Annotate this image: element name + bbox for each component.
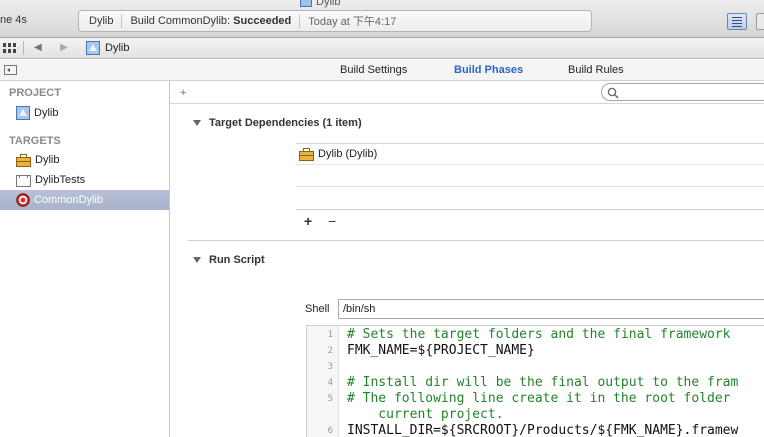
target-icon [16, 193, 30, 207]
jump-bar-divider [23, 41, 24, 55]
code-line: # The following line create it in the ro… [347, 391, 731, 406]
editor-lines-icon [732, 17, 742, 18]
hide-project-navigator-icon[interactable] [4, 65, 17, 75]
editor-lines-icon [732, 26, 742, 27]
forward-arrow-icon[interactable]: ▶ [60, 42, 68, 53]
code-line: FMK_NAME=${PROJECT_NAME} [347, 343, 535, 358]
toolbox-icon [299, 147, 314, 161]
disclosure-triangle-icon[interactable] [193, 120, 201, 126]
sidebar-item-project-dylib[interactable]: Dylib [0, 103, 169, 123]
divider [296, 209, 764, 210]
window-toolbar: Dylib ne 4s Dylib Build CommonDylib: Suc… [0, 0, 764, 38]
jump-bar-item[interactable]: Dylib [105, 42, 129, 54]
target-dependencies-list: Dylib (Dylib) [296, 143, 764, 209]
sidebar-item-label: Dylib [35, 154, 60, 166]
shell-input[interactable] [338, 299, 764, 319]
editor-tabs-bar: Build Settings Build Phases Build Rules [0, 60, 764, 81]
editor-lines-icon [732, 23, 742, 24]
script-lines: # Sets the target folders and the final … [339, 326, 764, 437]
divider [170, 103, 764, 104]
activity-divider [121, 14, 123, 28]
sidebar-item-target-dylibtests[interactable]: DylibTests [0, 170, 169, 190]
activity-status-result: Succeeded [233, 15, 292, 27]
line-number: 1 [327, 330, 333, 340]
project-icon [300, 0, 312, 7]
sidebar-item-target-dylib[interactable]: Dylib [0, 150, 169, 170]
line-number: 4 [327, 378, 333, 388]
back-arrow-icon[interactable]: ◀ [34, 42, 42, 53]
sidebar-item-label: DylibTests [35, 174, 86, 186]
activity-time: Today at 下午4:17 [308, 16, 397, 28]
related-items-grid-icon[interactable] [3, 43, 17, 53]
standard-editor-button[interactable] [727, 13, 747, 30]
line-number: 6 [327, 426, 333, 436]
dependency-label: Dylib (Dylib) [318, 148, 378, 160]
code-line: # Sets the target folders and the final … [347, 327, 731, 342]
scheme-selector[interactable]: ne 4s [0, 14, 27, 26]
project-targets-sidebar: PROJECT Dylib TARGETS Dylib DylibTests C… [0, 81, 170, 437]
remove-dependency-button[interactable]: − [328, 213, 336, 229]
targets-header: TARGETS [9, 135, 61, 147]
window-title: Dylib [300, 0, 340, 8]
line-number: 2 [327, 346, 333, 356]
window-title-text: Dylib [316, 0, 341, 8]
line-number-gutter: 1 2 3 4 5 6 [307, 326, 339, 437]
activity-divider [299, 14, 301, 28]
project-file-icon [86, 41, 100, 55]
list-item[interactable]: Dylib (Dylib) [296, 144, 764, 165]
search-icon [607, 87, 619, 99]
tab-build-rules[interactable]: Build Rules [568, 64, 624, 76]
shell-label: Shell [305, 303, 330, 315]
activity-viewer: Dylib Build CommonDylib: Succeeded Today… [78, 10, 592, 32]
build-phases-search-field[interactable] [601, 83, 764, 101]
activity-target: Dylib [89, 15, 114, 27]
code-line: current project. [347, 407, 504, 422]
target-dependencies-title[interactable]: Target Dependencies (1 item) [209, 117, 362, 129]
sidebar-item-label: CommonDylib [34, 194, 104, 206]
line-number: 5 [327, 394, 333, 404]
project-file-icon [16, 106, 30, 120]
bundle-icon [16, 174, 31, 187]
sidebar-item-target-commondylib[interactable]: CommonDylib [0, 190, 169, 210]
run-script-title[interactable]: Run Script [209, 254, 265, 266]
list-item-empty [296, 165, 764, 187]
add-dependency-button[interactable]: + [304, 213, 312, 229]
build-phases-editor: + Target Dependencies (1 item) Dylib (Dy… [170, 81, 764, 437]
project-header: PROJECT [9, 87, 61, 99]
jump-bar: ◀ ▶ Dylib [0, 38, 764, 59]
toolbox-icon [16, 153, 31, 167]
editor-lines-icon [732, 20, 742, 21]
line-number: 3 [327, 362, 333, 372]
tab-build-settings[interactable]: Build Settings [340, 64, 407, 76]
code-line: # Install dir will be the final output t… [347, 375, 739, 390]
activity-status-prefix: Build CommonDylib: [130, 15, 231, 27]
script-editor[interactable]: 1 2 3 4 5 6 # Sets the target folders and the… [306, 325, 764, 437]
disclosure-triangle-icon[interactable] [193, 257, 201, 263]
tab-build-phases[interactable]: Build Phases [454, 64, 523, 76]
assistant-editor-button[interactable] [756, 13, 764, 30]
code-line: INSTALL_DIR=${SRCROOT}/Products/${FMK_NA… [347, 423, 739, 437]
sidebar-item-label: Dylib [34, 107, 59, 119]
add-build-phase-button[interactable]: + [180, 87, 186, 99]
divider [188, 240, 764, 241]
